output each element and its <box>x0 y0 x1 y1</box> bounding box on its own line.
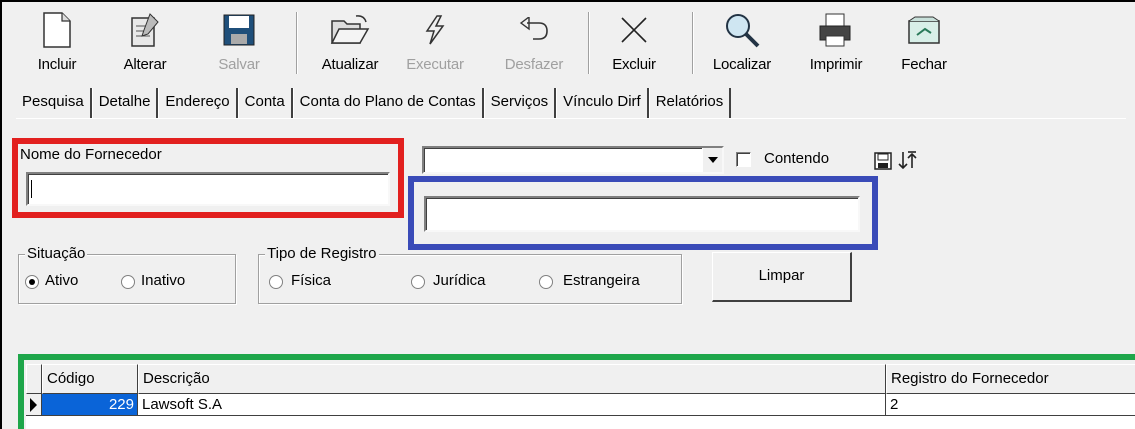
ativo-label: Ativo <box>45 272 79 289</box>
undo-icon <box>514 10 554 50</box>
tab-3[interactable]: Conta <box>237 88 293 118</box>
tab-2[interactable]: Endereço <box>158 88 238 118</box>
localizar-label: Localizar <box>712 56 772 73</box>
contendo-checkbox[interactable] <box>736 152 751 167</box>
current-row-indicator <box>26 394 42 416</box>
cell-codigo[interactable]: 229 <box>42 394 138 416</box>
toolbar-separator <box>296 12 298 74</box>
toolbar-separator <box>692 12 694 74</box>
desfazer-button[interactable]: Desfazer <box>494 10 574 78</box>
incluir-button[interactable]: Incluir <box>32 10 82 78</box>
new-document-icon <box>37 10 77 50</box>
tab-4[interactable]: Conta do Plano de Contas <box>292 88 484 118</box>
tab-1[interactable]: Detalhe <box>91 88 159 118</box>
application-window: Incluir Alterar Salvar Atualizar Executa… <box>0 0 1135 429</box>
ativo-radio[interactable] <box>25 275 39 289</box>
fisica-label: Física <box>291 272 332 289</box>
lightning-icon <box>415 10 455 50</box>
secondary-search-input[interactable] <box>424 196 860 232</box>
chevron-down-icon[interactable] <box>702 148 722 172</box>
atualizar-label: Atualizar <box>321 56 379 73</box>
incluir-label: Incluir <box>37 56 77 73</box>
alterar-label: Alterar <box>123 56 167 73</box>
atualizar-button[interactable]: Atualizar <box>312 10 388 78</box>
tipo-registro-title: Tipo de Registro <box>265 245 379 262</box>
tipo-registro-group: Tipo de Registro Física Jurídica Estrang… <box>258 245 682 304</box>
salvar-label: Salvar <box>218 56 260 73</box>
limpar-button[interactable]: Limpar <box>712 252 852 302</box>
juridica-label: Jurídica <box>433 272 486 289</box>
executar-label: Executar <box>406 56 464 73</box>
row-indicator-header <box>26 364 42 394</box>
salvar-button[interactable]: Salvar <box>214 10 264 78</box>
column-header-descricao[interactable]: Descrição <box>138 364 886 394</box>
fechar-label: Fechar <box>901 56 947 73</box>
delete-x-icon <box>614 10 654 50</box>
fornecedor-name-input[interactable] <box>26 172 390 206</box>
desfazer-label: Desfazer <box>504 56 564 73</box>
inativo-radio[interactable] <box>121 275 135 289</box>
juridica-radio[interactable] <box>411 275 425 289</box>
save-disk-icon <box>219 10 259 50</box>
fornecedor-name-label: Nome do Fornecedor <box>20 146 162 163</box>
column-header-codigo[interactable]: Código <box>42 364 138 394</box>
cell-registro[interactable]: 2 <box>886 394 1135 416</box>
printer-icon <box>816 10 856 50</box>
secondary-search-highlight <box>408 176 878 250</box>
sort-icon[interactable] <box>898 150 918 173</box>
magnifier-icon <box>722 10 762 50</box>
fornecedor-name-highlight: Nome do Fornecedor <box>12 138 404 218</box>
estrangeira-radio[interactable] <box>539 275 553 289</box>
executar-button[interactable]: Executar <box>388 10 482 78</box>
inativo-label: Inativo <box>141 272 186 289</box>
imprimir-label: Imprimir <box>809 56 863 73</box>
search-field-combo[interactable] <box>422 146 724 174</box>
alterar-button[interactable]: Alterar <box>120 10 170 78</box>
open-folder-icon <box>330 10 370 50</box>
exit-door-icon <box>904 10 944 50</box>
contendo-label: Contendo <box>764 150 830 167</box>
excluir-button[interactable]: Excluir <box>606 10 662 78</box>
excluir-label: Excluir <box>612 56 656 73</box>
row-pointer-icon <box>30 398 37 412</box>
tab-strip: Pesquisa Detalhe Endereço Conta Conta do Pla… <box>16 88 732 118</box>
toolbar-separator <box>588 12 590 74</box>
tab-0[interactable]: Pesquisa <box>16 88 92 118</box>
tab-6[interactable]: Vínculo Dirf <box>556 88 649 118</box>
cell-descricao[interactable]: Lawsoft S.A <box>138 394 886 416</box>
fechar-button[interactable]: Fechar <box>894 10 954 78</box>
tab-divider <box>16 118 1126 119</box>
text-cursor <box>31 180 32 198</box>
tab-5[interactable]: Serviços <box>483 88 557 118</box>
estrangeira-label: Estrangeira <box>563 272 640 289</box>
column-header-registro[interactable]: Registro do Fornecedor <box>886 364 1135 394</box>
situacao-title: Situação <box>25 245 88 262</box>
save-filter-icon[interactable] <box>874 152 892 173</box>
fisica-radio[interactable] <box>269 275 283 289</box>
results-grid: Código Descrição Registro do Fornecedor … <box>26 364 1135 429</box>
localizar-button[interactable]: Localizar <box>706 10 778 78</box>
situacao-group: Situação Ativo Inativo <box>18 245 236 304</box>
imprimir-button[interactable]: Imprimir <box>800 10 872 78</box>
tab-7[interactable]: Relatórios <box>648 88 732 118</box>
edit-document-icon <box>125 10 165 50</box>
